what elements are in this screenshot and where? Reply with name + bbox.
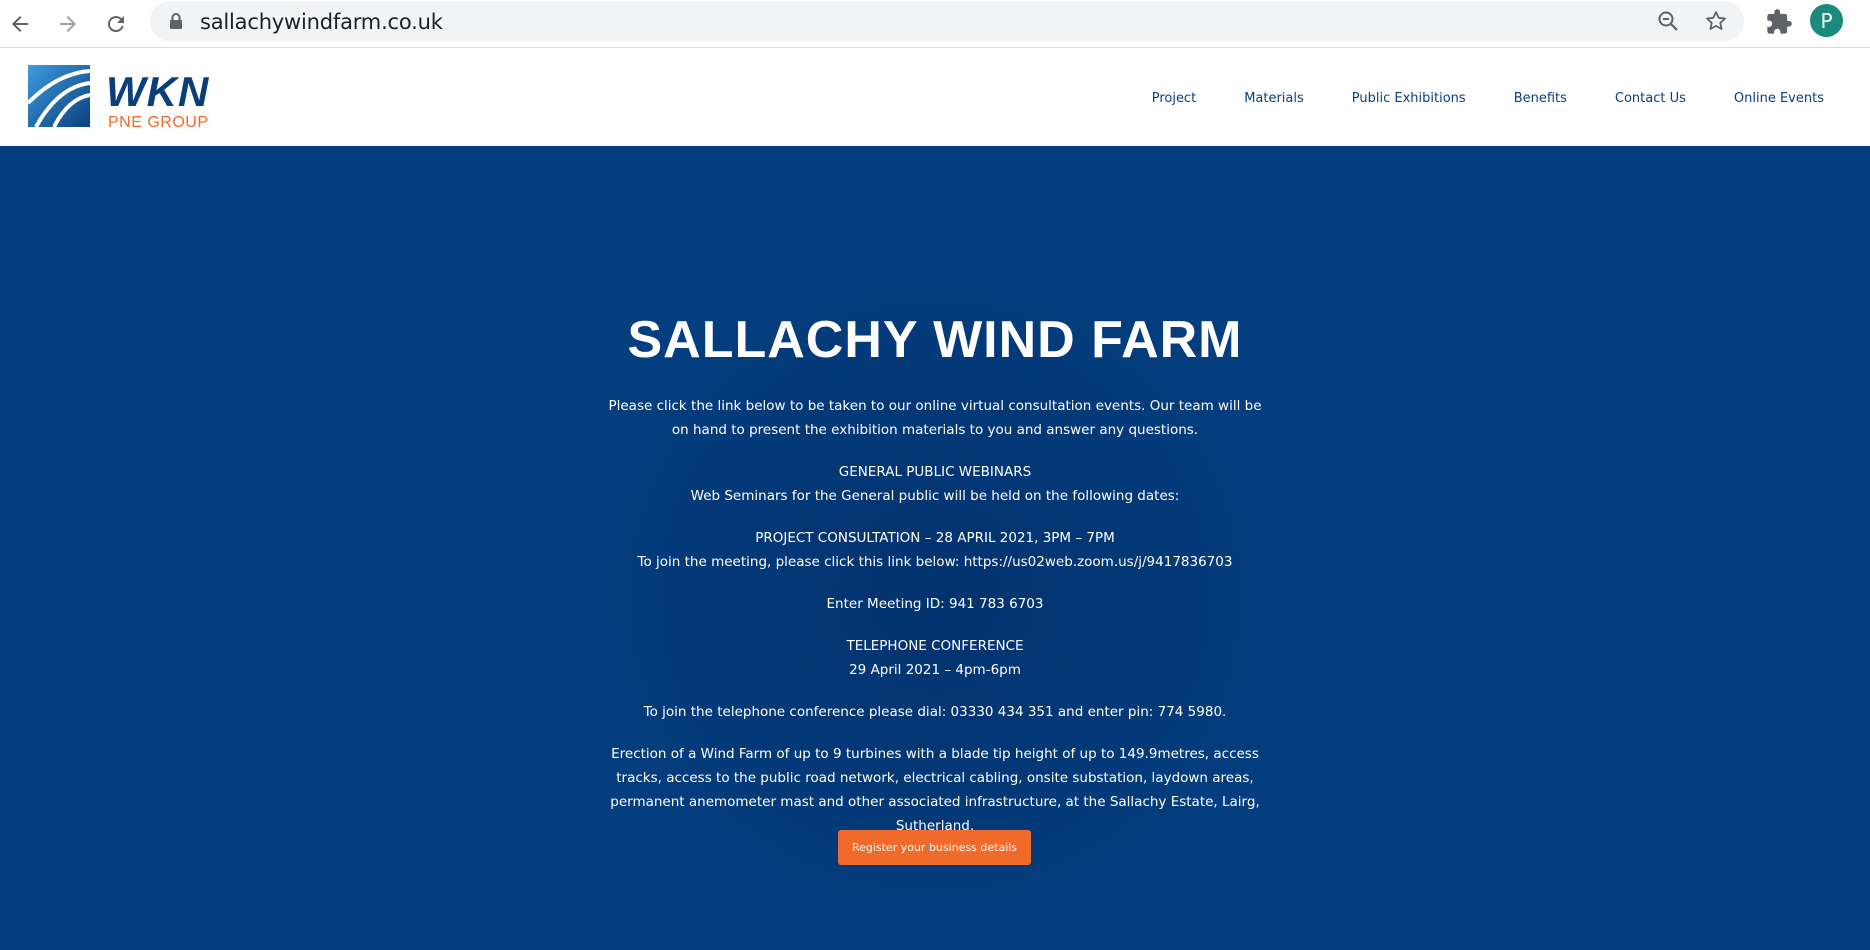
logo-mark-icon (28, 65, 90, 127)
wkn-logo[interactable]: WKN PNE GROUP (28, 65, 228, 131)
page-title: SALLACHY WIND FARM (627, 311, 1243, 369)
logo-name: WKN (106, 68, 210, 115)
reload-icon[interactable] (96, 4, 136, 44)
project-description: Erection of a Wind Farm of up to 9 turbi… (610, 746, 1260, 834)
back-icon[interactable] (0, 4, 40, 44)
hero-content: Please click the link below to be taken … (600, 394, 1270, 856)
telephone-date: 29 April 2021 – 4pm-6pm (849, 662, 1021, 678)
url-text: sallachywindfarm.co.uk (200, 10, 443, 34)
nav-public-exhibitions[interactable]: Public Exhibitions (1352, 91, 1466, 106)
telephone-dial: To join the telephone conference please … (643, 704, 1227, 720)
address-bar[interactable]: sallachywindfarm.co.uk (150, 1, 1744, 41)
consultation-heading: PROJECT CONSULTATION – 28 APRIL 2021, 3P… (755, 530, 1115, 546)
site-header: WKN PNE GROUP Project Materials Public E… (0, 49, 1870, 146)
nav-contact-us[interactable]: Contact Us (1615, 91, 1686, 106)
hero-section: SALLACHY WIND FARM Please click the link… (0, 146, 1870, 950)
logo-subtitle: PNE GROUP (108, 114, 209, 131)
zoom-icon[interactable] (1656, 9, 1680, 33)
forward-icon[interactable] (48, 4, 88, 44)
webinars-heading: GENERAL PUBLIC WEBINARS (838, 464, 1032, 480)
profile-initial: P (1820, 8, 1833, 33)
browser-toolbar: sallachywindfarm.co.uk P (0, 0, 1870, 48)
lock-icon (170, 13, 182, 29)
consultation-block: PROJECT CONSULTATION – 28 APRIL 2021, 3P… (600, 526, 1270, 574)
nav-materials[interactable]: Materials (1244, 91, 1304, 106)
telephone-block: TELEPHONE CONFERENCE 29 April 2021 – 4pm… (600, 634, 1270, 682)
webinars-text: Web Seminars for the General public will… (690, 488, 1180, 504)
webinars-block: GENERAL PUBLIC WEBINARS Web Seminars for… (600, 460, 1270, 508)
main-nav: Project Materials Public Exhibitions Ben… (1104, 91, 1824, 106)
consultation-link[interactable]: To join the meeting, please click this l… (638, 554, 1233, 570)
nav-benefits[interactable]: Benefits (1514, 91, 1567, 106)
telephone-heading: TELEPHONE CONFERENCE (846, 638, 1024, 654)
meeting-id: Enter Meeting ID: 941 783 6703 (826, 596, 1044, 612)
profile-avatar[interactable]: P (1810, 4, 1843, 37)
register-button-label: Register your business details (851, 841, 1018, 854)
bookmark-star-icon[interactable] (1704, 9, 1728, 33)
nav-project[interactable]: Project (1152, 91, 1196, 106)
register-business-button[interactable]: Register your business details (838, 830, 1031, 865)
nav-online-events[interactable]: Online Events (1734, 91, 1824, 106)
extensions-puzzle-icon[interactable] (1765, 8, 1793, 36)
intro-text: Please click the link below to be taken … (608, 398, 1262, 438)
